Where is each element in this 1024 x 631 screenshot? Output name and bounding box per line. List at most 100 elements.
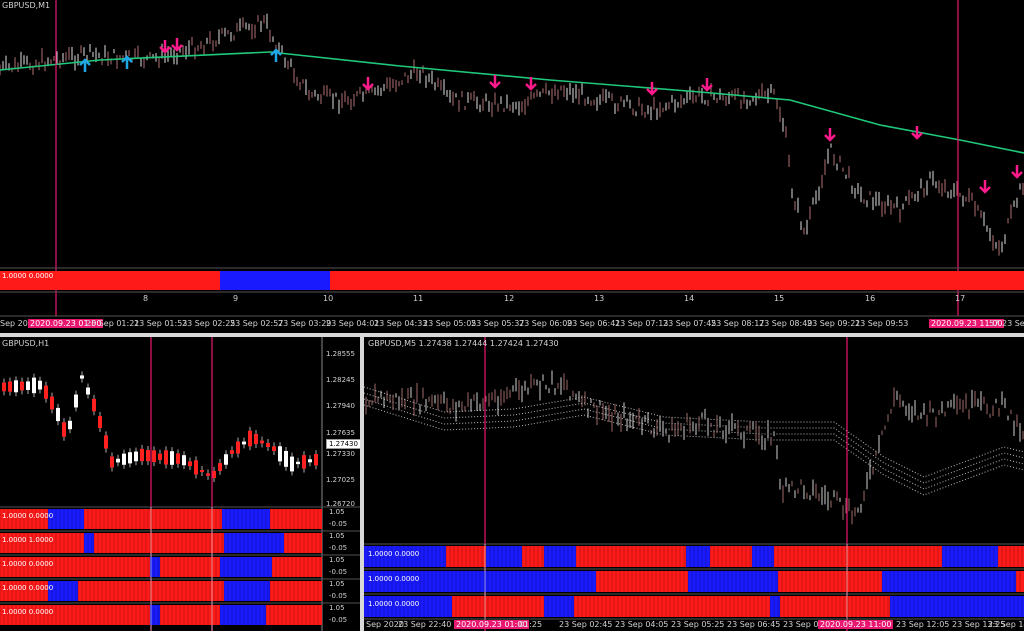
m5-date-tick: 23 Sep 22:40: [398, 620, 452, 629]
h1-candle-body: [242, 441, 246, 445]
h1-candle-body: [212, 470, 216, 479]
sell-arrow-icon: [171, 38, 183, 52]
h1-candle-body: [86, 387, 90, 395]
h1-candle-body: [230, 450, 234, 454]
h1-indicator-row-0-segment: [48, 509, 84, 529]
h1-price-label: 1.28245: [326, 376, 355, 384]
m1-chart-panel[interactable]: GBPUSD,M1 1.0000 0.0000 8 9 10 11 12 13 14 15 16…: [0, 0, 1024, 333]
h1-indicator-row-3-segment: [224, 581, 270, 601]
m1-date-tick: 23 Sep 09:53: [855, 319, 909, 328]
horizontal-splitter[interactable]: [0, 333, 1024, 337]
m1-hour-tick: 13: [594, 294, 605, 303]
h1-candle-body: [98, 415, 102, 429]
m1-date-tick: 23 Sep: [1002, 319, 1024, 328]
h1-indicator-row-label: 1.0000 0.0000: [2, 584, 54, 592]
h1-candle-body: [140, 448, 144, 462]
m5-cloud-line: [364, 392, 1024, 484]
m1-date-tick: 23 Sep 02:25: [182, 319, 236, 328]
m1-chart-title: GBPUSD,M1: [2, 1, 51, 10]
m1-date-tick: 23 Sep 08:49: [759, 319, 813, 328]
m5-cloud-line: [364, 398, 1024, 490]
m5-price-chart[interactable]: [364, 337, 1024, 631]
h1-price-label: 1.27025: [326, 476, 355, 484]
h1-candle-body: [146, 450, 150, 462]
m1-date-tick: 23 Sep 05:37: [471, 319, 525, 328]
h1-candle-body: [218, 463, 222, 471]
h1-indicator-row-4-segment: [160, 605, 220, 625]
m1-price-chart[interactable]: [0, 0, 1024, 333]
m1-hour-tick: 8: [143, 294, 149, 303]
h1-candle-body: [176, 453, 180, 464]
m5-indicator-row-2-segment: [780, 596, 890, 617]
h1-indicator-row-1-segment: [94, 533, 224, 553]
m1-date-tick: 23 Sep 06:41: [567, 319, 621, 328]
m1-moving-average-line: [0, 51, 1024, 154]
h1-candle-body: [104, 435, 108, 449]
m1-hour-tick: 16: [865, 294, 876, 303]
m1-indicator-red: [330, 271, 1024, 290]
sell-arrow-icon: [1011, 165, 1023, 179]
h1-candles: [2, 371, 318, 483]
h1-row-scale-top: 1.05: [329, 508, 345, 516]
h1-candle-body: [272, 446, 276, 452]
vertical-splitter[interactable]: [360, 337, 364, 631]
m1-candles: [0, 13, 1024, 256]
h1-row-scale-bottom: -0.05: [329, 544, 348, 552]
m5-indicator-row-label: 1.0000 0.0000: [368, 575, 420, 583]
m5-candles: [365, 370, 1024, 525]
h1-candle-body: [2, 382, 6, 392]
h1-indicator-row-label: 1.0000 0.0000: [2, 560, 54, 568]
h1-candle-body: [14, 380, 18, 393]
h1-candle-body: [26, 381, 30, 390]
h1-row-scale-bottom: -0.05: [329, 616, 348, 624]
h1-row-scale-bottom: -0.05: [329, 520, 348, 528]
h1-price-label: 1.26720: [326, 500, 355, 508]
m5-indicator-row-2-segment: [452, 596, 544, 617]
m5-date-tick: 01:25: [519, 620, 543, 629]
m5-indicator-row-2-segment: [770, 596, 780, 617]
m5-indicator-row-2-segment: [544, 596, 574, 617]
m1-hour-tick: 9: [233, 294, 239, 303]
m1-date-tick: 23 Sep 08:17: [711, 319, 765, 328]
sell-arrow-icon: [979, 180, 991, 194]
h1-candle-body: [128, 452, 132, 464]
m1-hour-tick: 11: [413, 294, 424, 303]
h1-price-chart[interactable]: [0, 337, 360, 631]
buy-arrow-icon: [79, 58, 91, 72]
m5-indicator-row-0-segment: [576, 546, 686, 567]
h1-candle-body: [260, 440, 264, 444]
m1-date-tick: 23 Sep 01:53: [134, 319, 188, 328]
m1-hour-tick: 14: [684, 294, 695, 303]
h1-chart-panel[interactable]: GBPUSD,H1 1.28555 1.28245 1.27940 1.27635 1.…: [0, 337, 360, 631]
m1-date-tick: 23 Sep 05:05: [423, 319, 477, 328]
sell-arrow-icon: [489, 75, 501, 89]
h1-chart-title: GBPUSD,H1: [2, 339, 50, 348]
h1-candle-body: [56, 407, 60, 422]
m5-date-tick: 23 Sep 06:45: [727, 620, 781, 629]
h1-row-scale-top: 1.05: [329, 580, 345, 588]
h1-candle-body: [224, 454, 228, 465]
h1-candle-body: [164, 450, 168, 465]
m1-hour-tick: 15: [774, 294, 785, 303]
m1-date-tick: 23 Sep 09:21: [807, 319, 861, 328]
h1-candle-body: [296, 461, 300, 465]
h1-indicator-row-0-segment: [84, 509, 222, 529]
h1-row-scale-bottom: -0.05: [329, 592, 348, 600]
h1-candle-body: [62, 422, 66, 437]
sell-arrow-icon: [824, 128, 836, 142]
h1-candle-body: [266, 442, 270, 448]
h1-candle-body: [152, 450, 156, 463]
h1-candle-body: [134, 451, 138, 462]
h1-candle-body: [116, 458, 120, 463]
h1-candle-body: [284, 450, 288, 467]
h1-price-label: 1.28555: [326, 350, 355, 358]
m1-date-tick: 23 Sep 07:13: [615, 319, 669, 328]
m1-date-tick: 23 Sep 04:01: [326, 319, 380, 328]
m1-date-tick: 23 Sep 01:21: [86, 319, 140, 328]
h1-row-scale-top: 1.05: [329, 532, 345, 540]
sell-arrow-icon: [362, 77, 374, 91]
h1-candle-body: [50, 396, 54, 410]
h1-indicator-row-1-segment: [84, 533, 94, 553]
m5-date-tick: 23 Sep 04:05: [615, 620, 669, 629]
m5-chart-panel[interactable]: GBPUSD,M5 1.27438 1.27444 1.27424 1.2743…: [364, 337, 1024, 631]
